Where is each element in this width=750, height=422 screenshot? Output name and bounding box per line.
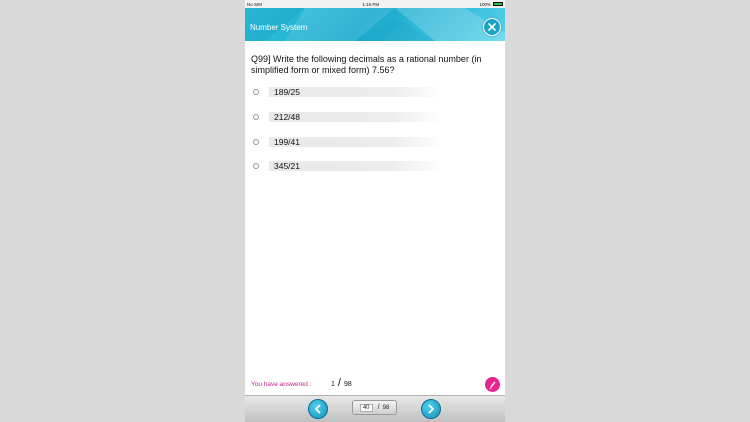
page-total: 98 <box>382 404 390 411</box>
answered-count: 1/98 <box>331 377 352 389</box>
answer-option[interactable]: 189/25 <box>253 86 443 97</box>
app-screen: No SIM 1:16 PM 100% Number System Q99] W… <box>245 0 505 422</box>
battery-icon <box>492 2 503 6</box>
answered-label: You have answered : <box>251 381 312 388</box>
clock-text: 1:16 PM <box>362 1 380 7</box>
answer-option[interactable]: 212/48 <box>253 111 443 122</box>
page-indicator[interactable]: 40 /98 <box>352 400 397 415</box>
radio-button[interactable] <box>253 88 259 95</box>
answer-option[interactable]: 345/21 <box>253 160 443 171</box>
previous-button[interactable] <box>308 399 328 419</box>
header-bar: Number System <box>245 8 505 41</box>
chevron-left-icon <box>315 404 321 414</box>
answered-slash: / <box>337 377 341 389</box>
carrier-text: No SIM <box>247 1 263 7</box>
bottom-navigation: 40 /98 <box>245 395 505 422</box>
page-separator: / <box>377 404 380 411</box>
close-icon <box>488 23 496 31</box>
status-right: 100% <box>479 2 503 7</box>
edit-button[interactable] <box>485 377 500 392</box>
battery-text: 100% <box>479 1 491 7</box>
status-bar: No SIM 1:16 PM 100% <box>245 0 505 8</box>
option-label: 212/48 <box>269 111 443 122</box>
next-button[interactable] <box>421 399 441 419</box>
question-text: Q99] Write the following decimals as a r… <box>251 54 482 75</box>
answered-total: 98 <box>343 381 352 388</box>
radio-button[interactable] <box>253 138 259 145</box>
page-title: Number System <box>250 23 308 32</box>
radio-button[interactable] <box>253 162 259 169</box>
option-label: 189/25 <box>269 86 443 97</box>
pen-icon <box>489 381 496 389</box>
option-label: 199/41 <box>269 136 443 147</box>
page-number-input[interactable]: 40 <box>359 403 373 412</box>
answered-value: 1 <box>331 381 335 388</box>
option-label: 345/21 <box>269 160 443 171</box>
answer-option[interactable]: 199/41 <box>253 136 443 147</box>
radio-button[interactable] <box>253 113 259 120</box>
chevron-right-icon <box>428 404 434 414</box>
close-button[interactable] <box>483 18 501 36</box>
